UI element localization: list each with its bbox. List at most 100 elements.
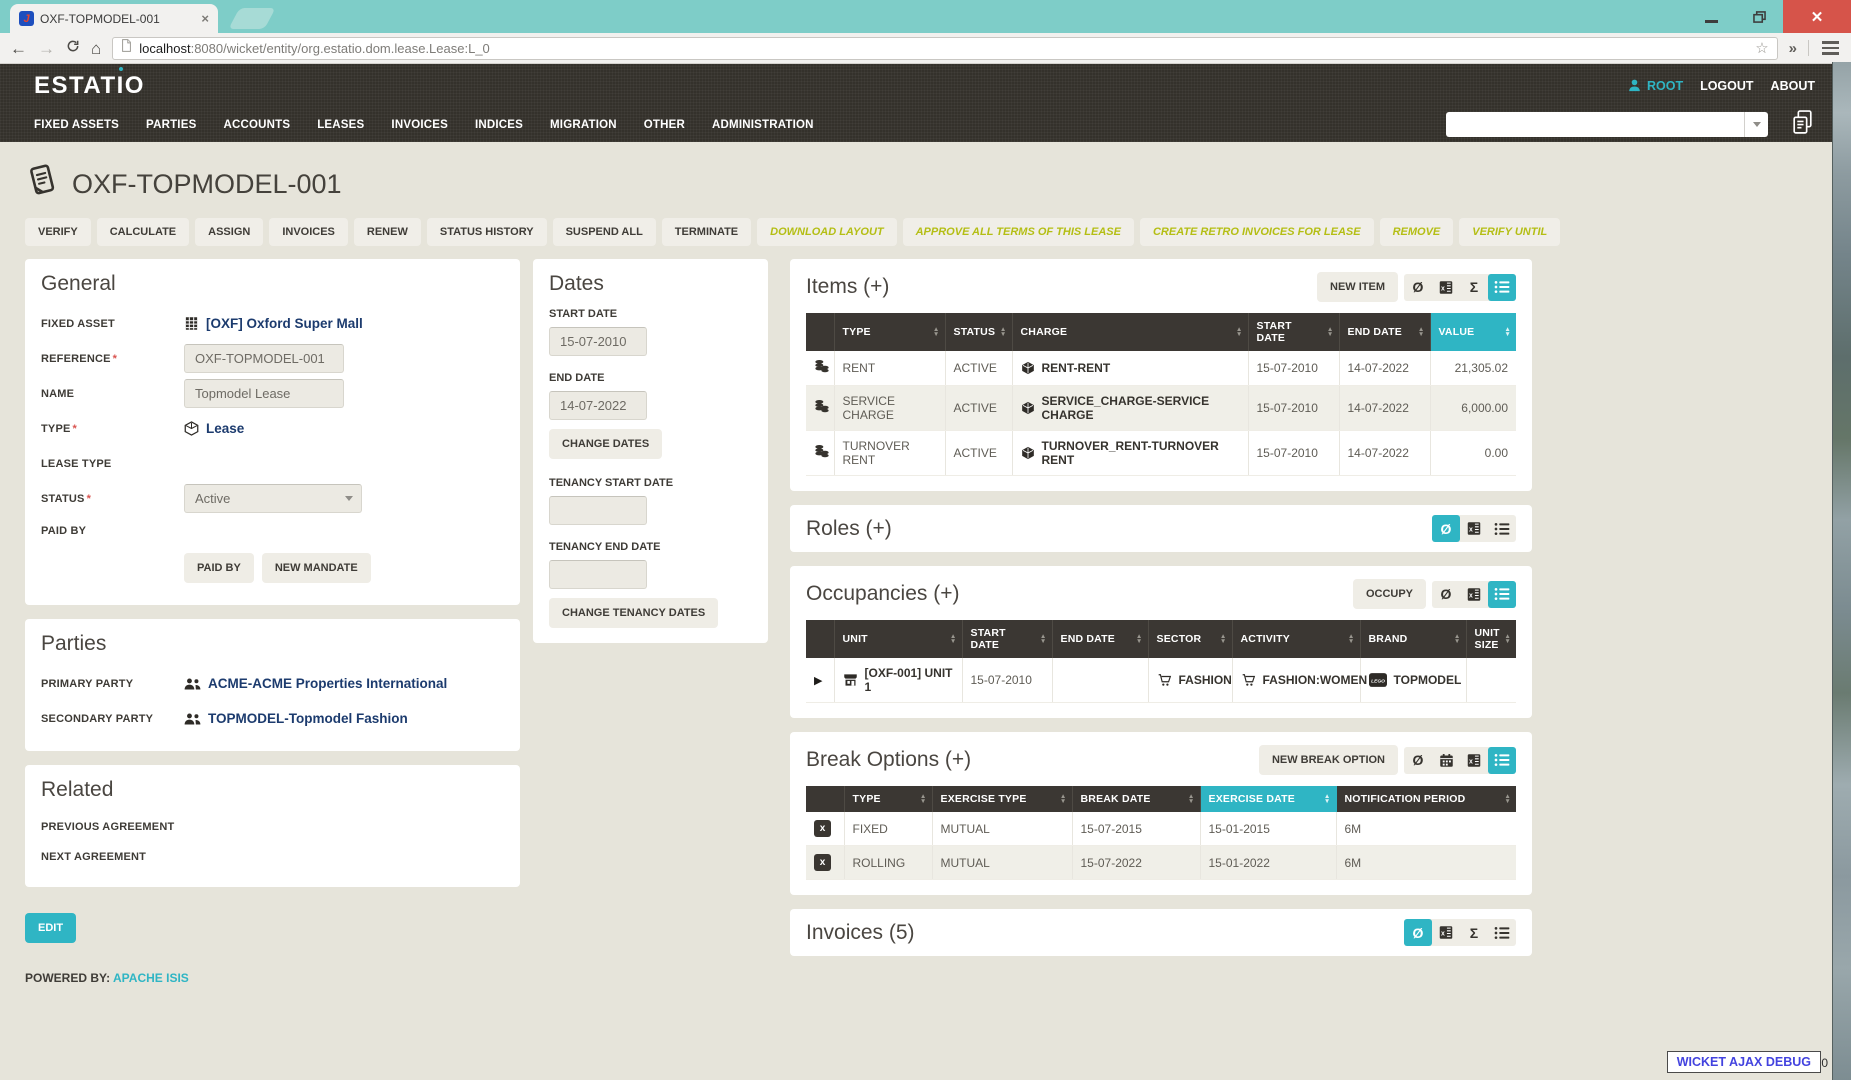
calculate-button[interactable]: CALCULATE bbox=[97, 218, 189, 246]
create-retro-invoices-button[interactable]: CREATE RETRO INVOICES FOR LEASE bbox=[1140, 218, 1374, 246]
copy-pages-icon[interactable] bbox=[1790, 109, 1815, 141]
select-caret[interactable] bbox=[1744, 112, 1768, 137]
verify-button[interactable]: VERIFY bbox=[25, 218, 91, 246]
break-col-notification-period[interactable]: NOTIFICATION PERIOD▲▼ bbox=[1336, 786, 1516, 812]
excel-export-icon[interactable]: x bbox=[1460, 515, 1488, 542]
global-search-select[interactable] bbox=[1446, 112, 1768, 137]
verify-until-button[interactable]: VERIFY UNTIL bbox=[1459, 218, 1560, 246]
reload-icon[interactable] bbox=[66, 39, 80, 58]
close-button[interactable]: ✕ bbox=[1783, 0, 1851, 33]
start-date-field[interactable]: 15-07-2010 bbox=[549, 327, 647, 356]
fixed-asset-link[interactable]: [OXF] Oxford Super Mall bbox=[184, 316, 363, 331]
calendar-icon[interactable] bbox=[1432, 747, 1460, 774]
occupy-button[interactable]: OCCUPY bbox=[1353, 579, 1426, 609]
new-item-button[interactable]: NEW ITEM bbox=[1317, 272, 1398, 302]
occupancies-col-unit-size[interactable]: UNIT SIZE▲▼ bbox=[1466, 620, 1516, 658]
nav-invoices[interactable]: INVOICES bbox=[391, 119, 448, 131]
browser-tab[interactable]: J OXF-TOPMODEL-001 × bbox=[10, 4, 218, 33]
tab-close-icon[interactable]: × bbox=[201, 11, 209, 26]
approve-all-terms-button[interactable]: APPROVE ALL TERMS OF THIS LEASE bbox=[903, 218, 1134, 246]
primary-party-link[interactable]: ACME-ACME Properties International bbox=[184, 676, 447, 691]
break-col-break-date[interactable]: BREAK DATE▲▼ bbox=[1072, 786, 1200, 812]
summary-sigma-icon[interactable]: Σ bbox=[1460, 274, 1488, 301]
edit-button[interactable]: EDIT bbox=[25, 913, 76, 943]
hide-icon[interactable]: Ø bbox=[1404, 747, 1432, 774]
occupancies-col-end-date[interactable]: END DATE▲▼ bbox=[1052, 620, 1148, 658]
nav-parties[interactable]: PARTIES bbox=[146, 119, 196, 131]
apache-isis-link[interactable]: APACHE ISIS bbox=[113, 971, 189, 985]
toolbar-overflow-icon[interactable]: » bbox=[1789, 40, 1797, 57]
end-date-field[interactable]: 14-07-2022 bbox=[549, 391, 647, 420]
list-view-icon[interactable] bbox=[1488, 274, 1516, 301]
nav-other[interactable]: OTHER bbox=[644, 119, 685, 131]
restore-button[interactable] bbox=[1735, 0, 1783, 33]
list-view-icon[interactable] bbox=[1488, 581, 1516, 608]
break-col-type[interactable]: TYPE▲▼ bbox=[844, 786, 932, 812]
paid-by-button[interactable]: PAID BY bbox=[184, 553, 254, 583]
nav-migration[interactable]: MIGRATION bbox=[550, 119, 617, 131]
delete-icon[interactable]: x bbox=[814, 854, 831, 871]
new-tab-button[interactable] bbox=[228, 8, 275, 29]
status-select[interactable]: Active bbox=[184, 484, 362, 513]
hide-icon[interactable]: Ø bbox=[1404, 274, 1432, 301]
break-col-exercise-type[interactable]: EXERCISE TYPE▲▼ bbox=[932, 786, 1072, 812]
nav-leases[interactable]: LEASES bbox=[317, 119, 364, 131]
home-icon[interactable]: ⌂ bbox=[91, 40, 101, 57]
nav-indices[interactable]: INDICES bbox=[475, 119, 523, 131]
items-col-start-date[interactable]: START DATE▲▼ bbox=[1248, 313, 1339, 351]
occupancies-col-brand[interactable]: BRAND▲▼ bbox=[1360, 620, 1466, 658]
type-link[interactable]: Lease bbox=[184, 421, 244, 436]
occupancies-col-activity[interactable]: ACTIVITY▲▼ bbox=[1232, 620, 1360, 658]
minimize-button[interactable] bbox=[1687, 0, 1735, 33]
logout-link[interactable]: LOGOUT bbox=[1700, 79, 1753, 93]
name-field[interactable]: Topmodel Lease bbox=[184, 379, 344, 408]
table-row[interactable]: ▶ [OXF-001] UNIT 1 15-07-2010 FASHION FA… bbox=[806, 658, 1516, 703]
nav-accounts[interactable]: ACCOUNTS bbox=[223, 119, 290, 131]
change-tenancy-dates-button[interactable]: CHANGE TENANCY DATES bbox=[549, 598, 718, 628]
delete-icon[interactable]: x bbox=[814, 820, 831, 837]
estatio-logo[interactable]: ESTATIO bbox=[34, 72, 145, 100]
hide-icon[interactable]: Ø bbox=[1404, 919, 1432, 946]
new-break-option-button[interactable]: NEW BREAK OPTION bbox=[1259, 745, 1398, 775]
nav-administration[interactable]: ADMINISTRATION bbox=[712, 119, 814, 131]
items-col-status[interactable]: STATUS▲▼ bbox=[945, 313, 1012, 351]
tenancy-start-date-field[interactable] bbox=[549, 496, 647, 525]
items-col-value[interactable]: VALUE▲▼ bbox=[1430, 313, 1516, 351]
invoices-button[interactable]: INVOICES bbox=[269, 218, 348, 246]
wicket-ajax-debug[interactable]: WICKET AJAX DEBUG bbox=[1667, 1051, 1821, 1073]
remove-button[interactable]: REMOVE bbox=[1380, 218, 1454, 246]
about-link[interactable]: ABOUT bbox=[1771, 79, 1815, 93]
url-bar[interactable]: localhost:8080/wicket/entity/org.estatio… bbox=[112, 37, 1777, 60]
items-col-charge[interactable]: CHARGE▲▼ bbox=[1012, 313, 1248, 351]
bookmark-star-icon[interactable]: ☆ bbox=[1755, 41, 1768, 56]
new-mandate-button[interactable]: NEW MANDATE bbox=[262, 553, 371, 583]
table-row[interactable]: x ROLLING MUTUAL 15-07-2022 15-01-2022 6… bbox=[806, 846, 1516, 880]
renew-button[interactable]: RENEW bbox=[354, 218, 421, 246]
list-view-icon[interactable] bbox=[1488, 919, 1516, 946]
back-icon[interactable]: ← bbox=[10, 40, 27, 57]
browser-menu-icon[interactable] bbox=[1820, 38, 1841, 58]
table-row[interactable]: TURNOVER RENT ACTIVE TURNOVER_RENT-TURNO… bbox=[806, 431, 1516, 476]
table-row[interactable]: x FIXED MUTUAL 15-07-2015 15-01-2015 6M bbox=[806, 812, 1516, 846]
assign-button[interactable]: ASSIGN bbox=[195, 218, 263, 246]
secondary-party-link[interactable]: TOPMODEL-Topmodel Fashion bbox=[184, 711, 408, 726]
excel-export-icon[interactable]: x bbox=[1460, 581, 1488, 608]
list-view-icon[interactable] bbox=[1488, 515, 1516, 542]
occupancies-col-unit[interactable]: UNIT▲▼ bbox=[834, 620, 962, 658]
list-view-icon[interactable] bbox=[1488, 747, 1516, 774]
reference-field[interactable]: OXF-TOPMODEL-001 bbox=[184, 344, 344, 373]
status-history-button[interactable]: STATUS HISTORY bbox=[427, 218, 547, 246]
excel-export-icon[interactable]: x bbox=[1432, 919, 1460, 946]
forward-icon[interactable]: → bbox=[38, 40, 55, 57]
items-col-type[interactable]: TYPE▲▼ bbox=[834, 313, 945, 351]
items-col-end-date[interactable]: END DATE▲▼ bbox=[1339, 313, 1430, 351]
download-layout-button[interactable]: DOWNLOAD LAYOUT bbox=[757, 218, 896, 246]
hide-icon[interactable]: Ø bbox=[1432, 581, 1460, 608]
table-row[interactable]: RENT ACTIVE RENT-RENT 15-07-2010 14-07-2… bbox=[806, 351, 1516, 386]
nav-fixed-assets[interactable]: FIXED ASSETS bbox=[34, 119, 119, 131]
user-menu[interactable]: ROOT bbox=[1627, 78, 1683, 93]
excel-export-icon[interactable]: x bbox=[1432, 274, 1460, 301]
break-col-exercise-date[interactable]: EXERCISE DATE▲▼ bbox=[1200, 786, 1336, 812]
change-dates-button[interactable]: CHANGE DATES bbox=[549, 429, 662, 459]
tenancy-end-date-field[interactable] bbox=[549, 560, 647, 589]
